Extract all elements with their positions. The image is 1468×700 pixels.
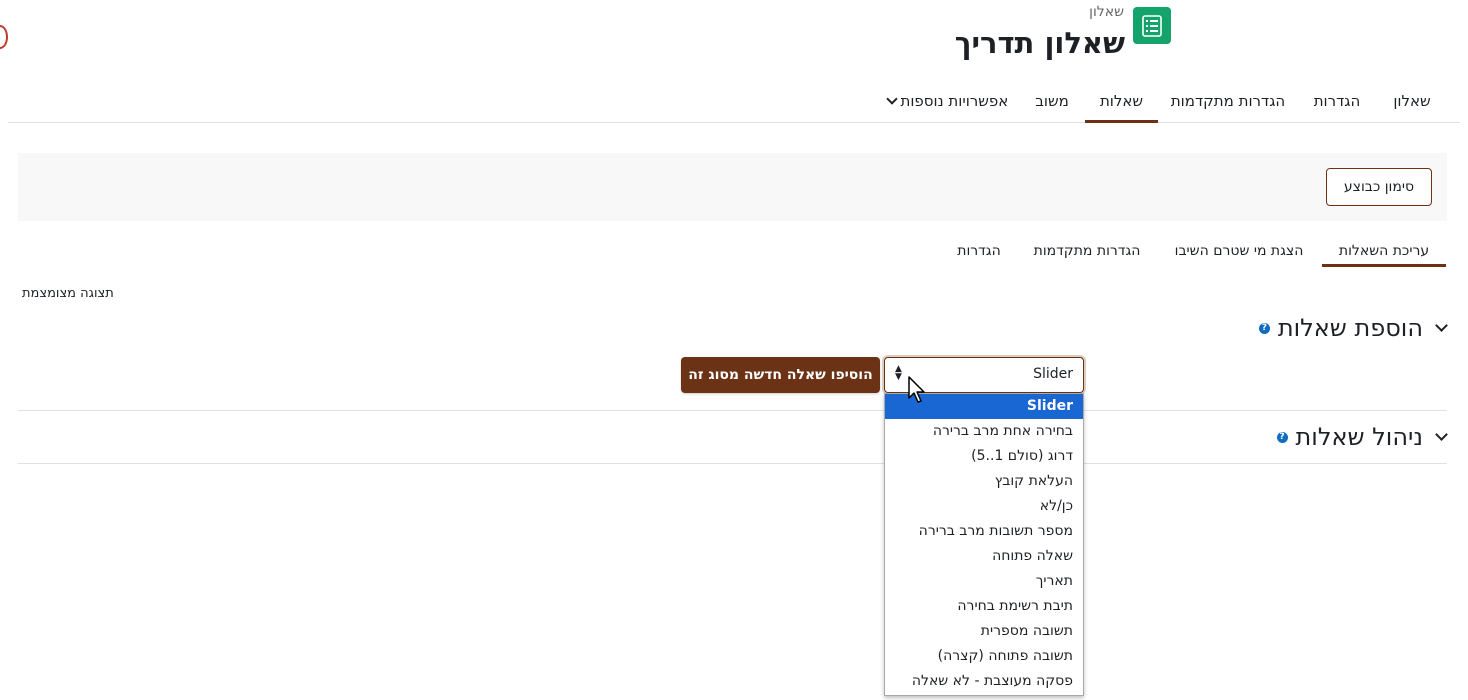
action-bar xyxy=(18,153,1447,221)
subtab-non-respondents[interactable]: הצגת מי שטרם השיבו xyxy=(1164,240,1314,264)
tab-advanced-settings[interactable]: הגדרות מתקדמות xyxy=(1162,82,1294,120)
tab-questions[interactable]: שאלות xyxy=(1085,82,1158,123)
primary-tabs: שאלון הגדרות הגדרות מתקדמות שאלות משוב א… xyxy=(8,82,1460,123)
help-icon[interactable]: ? xyxy=(1258,322,1270,334)
page-subtitle: שאלון xyxy=(1089,4,1124,20)
section-divider xyxy=(18,463,1447,464)
tab-feedback[interactable]: משוב xyxy=(1024,82,1080,120)
section-divider xyxy=(18,410,1447,411)
compact-view-link[interactable]: תצוגה מצומצמת xyxy=(22,286,114,301)
option-essay[interactable]: שאלה פתוחה xyxy=(885,544,1083,569)
page-title: שאלון תדריך xyxy=(954,26,1125,60)
option-rate[interactable]: דרוג (סולם 1..5) xyxy=(885,444,1083,469)
chevron-down-icon xyxy=(886,93,898,105)
option-label[interactable]: פסקה מעוצבת - לא שאלה xyxy=(885,669,1083,694)
option-text-box[interactable]: תשובה פתוחה (קצרה) xyxy=(885,644,1083,669)
option-checkbox[interactable]: מספר תשובות מרב ברירה xyxy=(885,519,1083,544)
add-question-button[interactable]: הוסיפו שאלה חדשה מסוג זה xyxy=(681,357,880,393)
option-file-upload[interactable]: העלאת קובץ xyxy=(885,469,1083,494)
option-dropdown[interactable]: תיבת רשימת בחירה xyxy=(885,594,1083,619)
chevron-down-icon[interactable] xyxy=(1435,318,1448,332)
mouse-cursor-icon xyxy=(908,376,925,403)
tab-survey[interactable]: שאלון xyxy=(1378,82,1446,120)
manage-questions-title: ניהול שאלות xyxy=(1295,423,1423,451)
question-type-dropdown: Slider בחירה אחת מרב ברירה דרוג (סולם 1.… xyxy=(884,393,1084,696)
manage-questions-heading[interactable]: ניהול שאלות ? xyxy=(1276,423,1448,451)
subtab-advanced-settings[interactable]: הגדרות מתקדמות xyxy=(1026,240,1148,264)
option-date[interactable]: תאריך xyxy=(885,569,1083,594)
chevron-down-icon[interactable] xyxy=(1435,427,1448,441)
subtab-settings[interactable]: הגדרות xyxy=(948,240,1010,264)
survey-list-icon xyxy=(1133,7,1171,44)
mark-done-button[interactable]: סימון כבוצע xyxy=(1326,168,1432,206)
option-yes-no[interactable]: כן/לא xyxy=(885,494,1083,519)
subtab-edit-questions[interactable]: עריכת השאלות xyxy=(1322,240,1446,267)
tab-settings[interactable]: הגדרות xyxy=(1302,82,1372,120)
select-arrows-icon: ▲ ▼ xyxy=(895,364,902,382)
help-icon[interactable]: ? xyxy=(1276,431,1288,443)
option-radio[interactable]: בחירה אחת מרב ברירה xyxy=(885,419,1083,444)
selected-question-type: Slider xyxy=(1033,366,1073,382)
add-questions-title: הוספת שאלות xyxy=(1277,314,1423,342)
more-options-label: אפשרויות נוספות xyxy=(900,92,1009,110)
edge-indicator xyxy=(0,25,8,49)
option-numeric[interactable]: תשובה מספרית xyxy=(885,619,1083,644)
tab-more-options[interactable]: אפשרויות נוספות xyxy=(876,82,1018,120)
add-questions-heading[interactable]: הוספת שאלות ? xyxy=(1258,314,1448,342)
